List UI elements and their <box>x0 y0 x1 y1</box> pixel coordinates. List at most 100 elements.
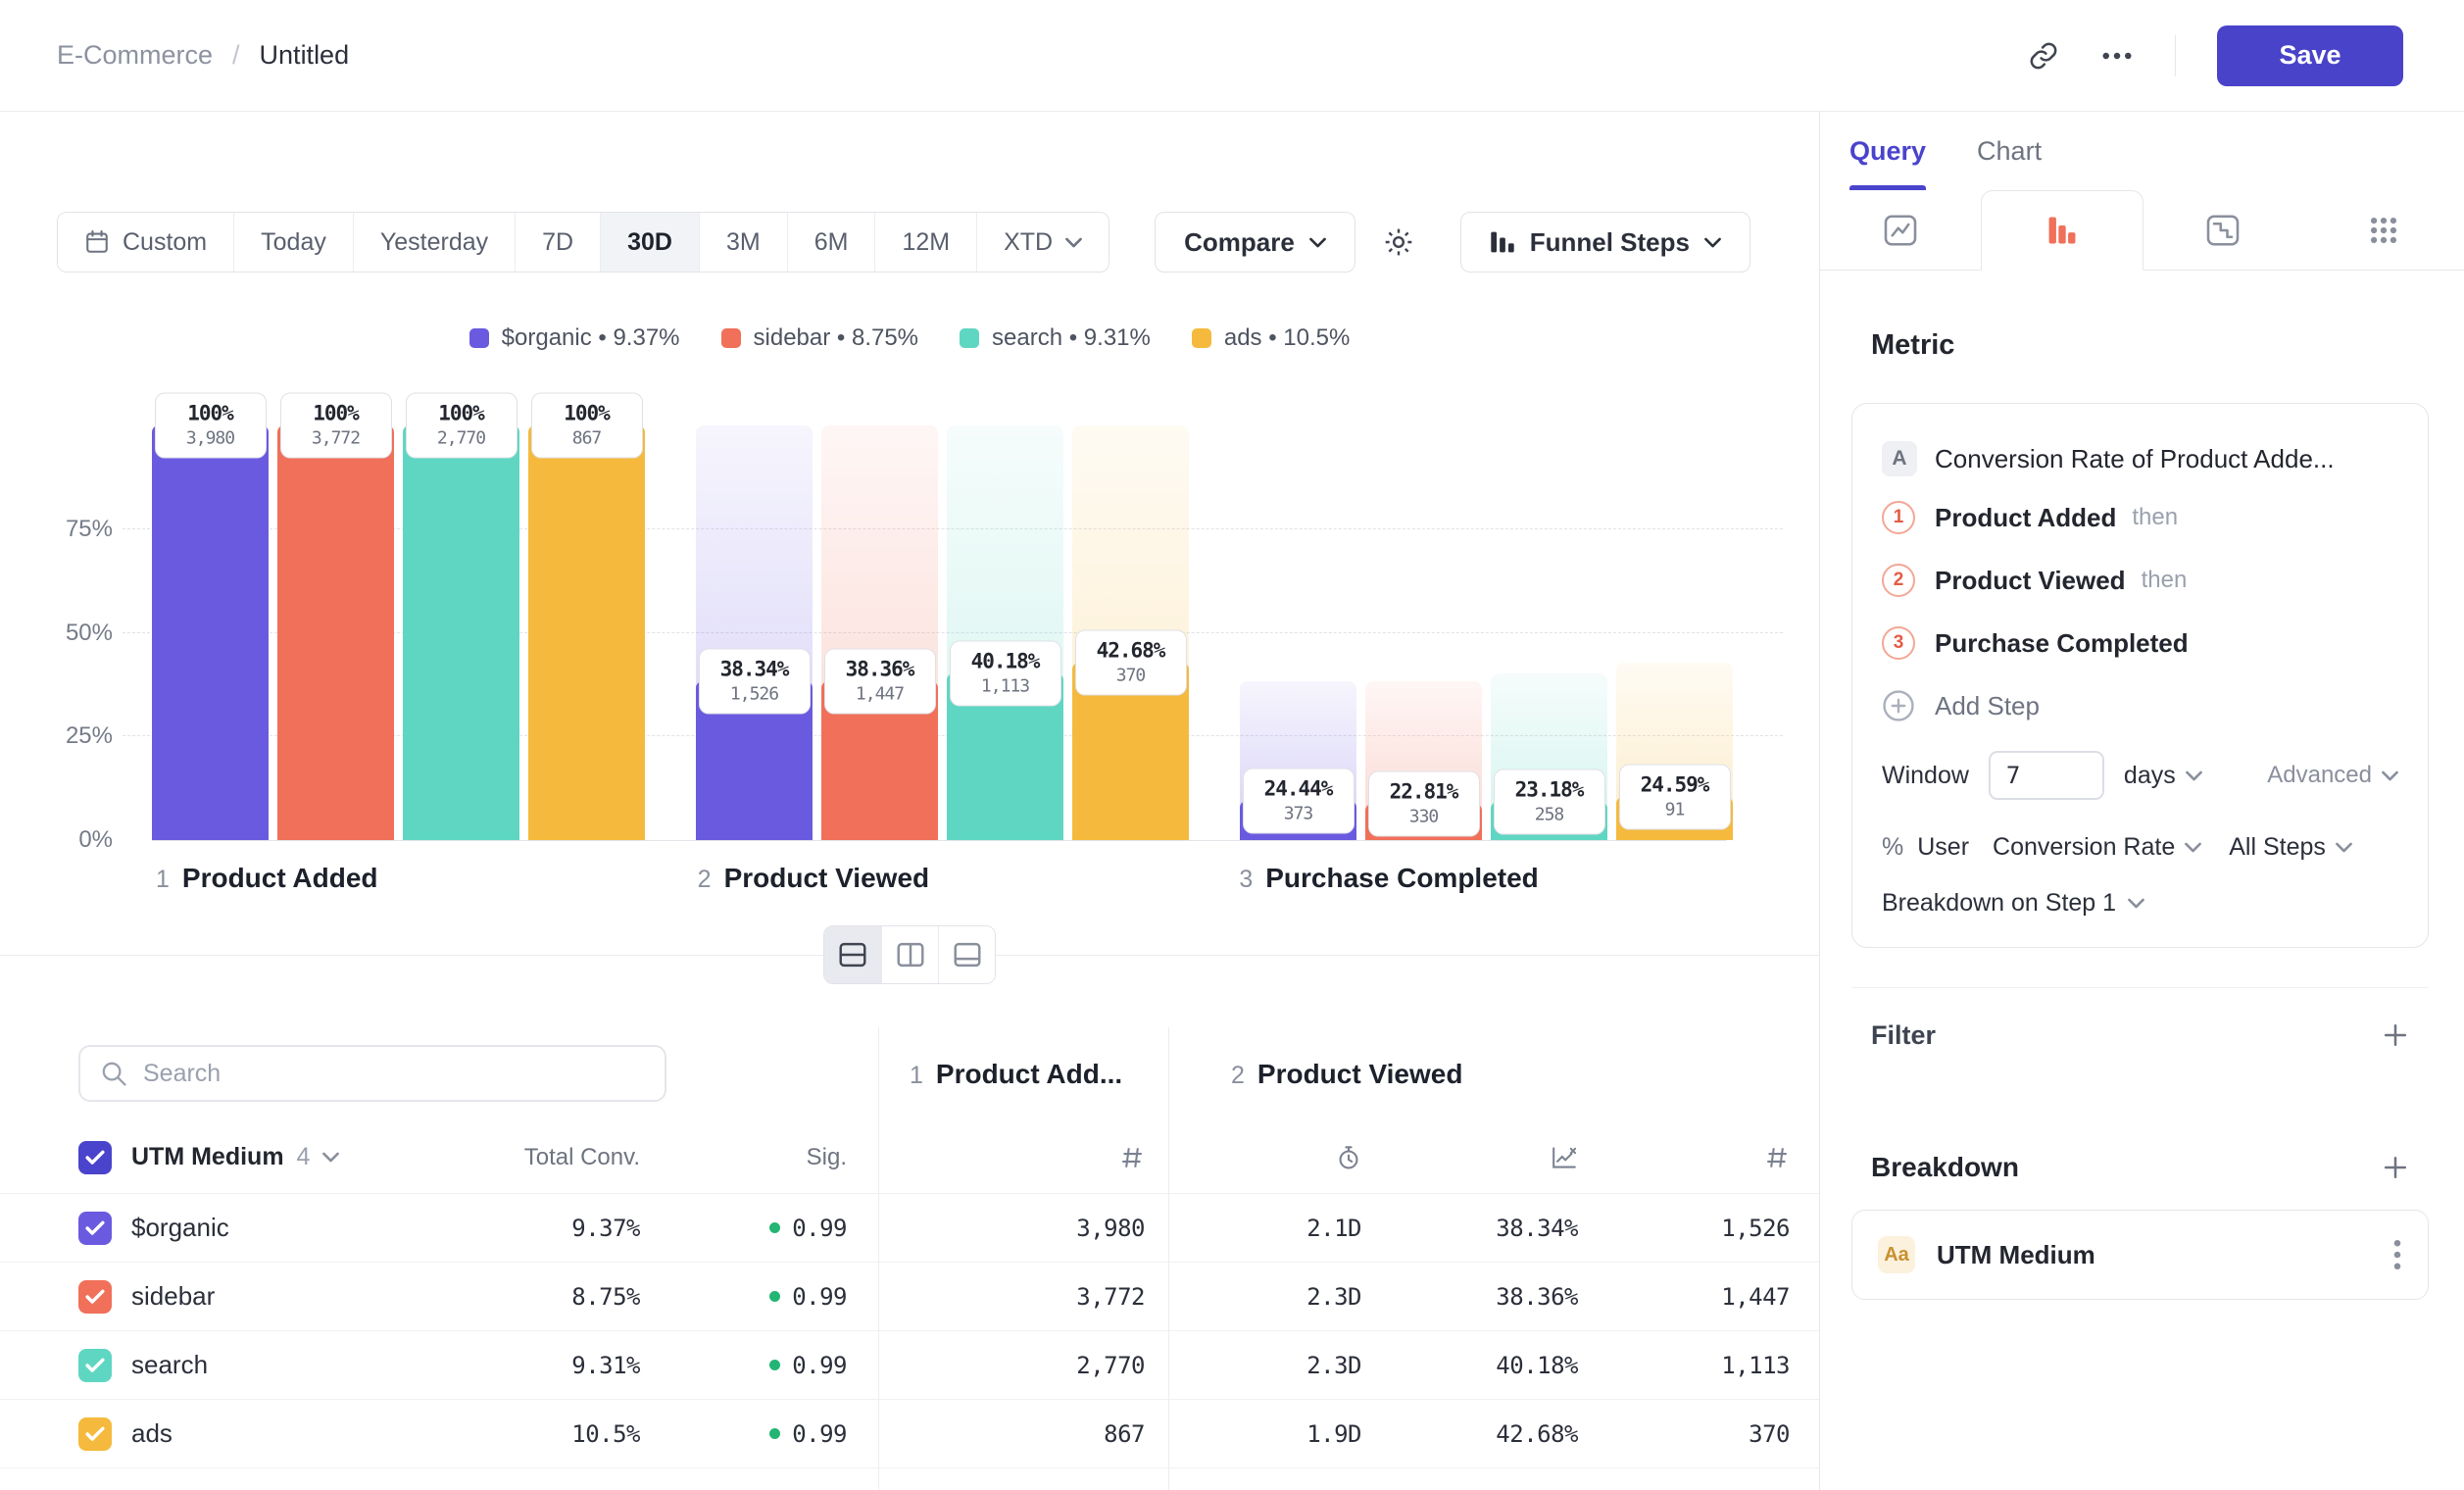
metric-title-row[interactable]: A Conversion Rate of Product Adde... <box>1882 431 2398 486</box>
legend-item-ads[interactable]: ads • 10.5% <box>1192 324 1350 352</box>
y-axis-tick: 50% <box>66 620 113 647</box>
range-custom[interactable]: Custom <box>58 213 233 272</box>
funnel-bar-sidebar[interactable]: 100%3,772 <box>277 425 394 840</box>
table-row-sidebar[interactable]: sidebar8.75%0.993,7722.3D38.36%1,447 <box>0 1263 1819 1331</box>
bar-percent: 100% <box>407 402 517 425</box>
funnel-bar-organic[interactable]: 24.44%373 <box>1240 425 1356 840</box>
total-conv-value: 10.5% <box>571 1420 640 1448</box>
count-column-header[interactable] <box>1119 1145 1145 1170</box>
funnel-bar-search[interactable]: 40.18%1,113 <box>947 425 1063 840</box>
bar-count: 373 <box>1244 804 1354 824</box>
funnel-bar-ads[interactable]: 100%867 <box>528 425 645 840</box>
funnel-step-labels: 1Product Added2Product Viewed3Purchase C… <box>152 863 1726 894</box>
funnel-bar-ads[interactable]: 42.68%370 <box>1072 425 1189 840</box>
search-input[interactable] <box>143 1060 645 1088</box>
sig-column-header[interactable]: Sig. <box>807 1144 847 1171</box>
range-7d[interactable]: 7D <box>515 213 600 272</box>
window-value-input[interactable] <box>1989 751 2104 800</box>
funnel-bar-search[interactable]: 23.18%258 <box>1491 425 1607 840</box>
funnel-bar-search[interactable]: 100%2,770 <box>403 425 519 840</box>
measure-metric-select[interactable]: Conversion Rate <box>1993 833 2201 862</box>
row-checkbox[interactable] <box>78 1349 112 1382</box>
solid-bar <box>277 425 394 840</box>
panel-tabs: Query Chart <box>1820 112 2464 190</box>
kebab-icon <box>2392 1238 2402 1271</box>
funnel-bar-ads[interactable]: 24.59%91 <box>1616 425 1733 840</box>
funnel-chart: 100%3,980100%3,772100%2,770100%867 38.34%… <box>152 386 1726 841</box>
chart-legend: $organic • 9.37% sidebar • 8.75% search • … <box>0 325 1819 351</box>
select-all-checkbox[interactable] <box>78 1141 112 1174</box>
chart-type-selector-button[interactable]: Funnel Steps <box>1460 212 1750 273</box>
row-checkbox[interactable] <box>78 1417 112 1451</box>
metric-step-1[interactable]: 1Product Addedthen <box>1882 486 2398 549</box>
table-row-organic[interactable]: $organic9.37%0.993,9802.1D38.34%1,526 <box>0 1194 1819 1263</box>
range-30d[interactable]: 30D <box>600 213 699 272</box>
filter-section-header: Filter <box>1851 988 2429 1082</box>
count-column-header[interactable] <box>1764 1145 1790 1170</box>
view-toggle-section <box>0 925 1819 1027</box>
total-conv-value: 9.37% <box>571 1215 640 1242</box>
range-3m[interactable]: 3M <box>699 213 787 272</box>
legend-item-sidebar[interactable]: sidebar • 8.75% <box>721 324 919 352</box>
legend-swatch <box>721 328 741 348</box>
share-link-button[interactable] <box>2028 40 2059 72</box>
compare-button[interactable]: Compare <box>1155 212 1355 273</box>
layout-toggle-table-only[interactable] <box>938 926 995 983</box>
legend-item-organic[interactable]: $organic • 9.37% <box>469 324 680 352</box>
sig-value: 0.99 <box>769 1283 847 1311</box>
tab-query[interactable]: Query <box>1849 112 1926 190</box>
add-breakdown-button[interactable] <box>2382 1154 2409 1181</box>
range-6m[interactable]: 6M <box>787 213 875 272</box>
save-button[interactable]: Save <box>2217 25 2403 86</box>
funnel-bar-organic[interactable]: 38.34%1,526 <box>696 425 813 840</box>
range-yesterday[interactable]: Yesterday <box>353 213 515 272</box>
chart-settings-button[interactable] <box>1382 225 1415 259</box>
step1-count: 2,770 <box>1076 1352 1145 1379</box>
advanced-toggle[interactable]: Advanced <box>2267 762 2398 789</box>
measure-scope-select[interactable]: All Steps <box>2229 833 2352 862</box>
breakdown-on-step-select[interactable]: Breakdown on Step 1 <box>1882 889 2398 918</box>
chart-type-tab-retention-chart[interactable] <box>2144 190 2304 270</box>
split-vertical-icon <box>896 940 925 969</box>
breakdown-title: Breakdown <box>1871 1152 2019 1183</box>
funnel-bar-sidebar[interactable]: 38.36%1,447 <box>821 425 938 840</box>
table-row-ads[interactable]: ads10.5%0.998671.9D42.68%370 <box>0 1400 1819 1468</box>
metric-step-2[interactable]: 2Product Viewedthen <box>1882 549 2398 612</box>
breadcrumb-page-title[interactable]: Untitled <box>260 40 350 71</box>
avg-time-column-header[interactable] <box>1336 1145 1361 1170</box>
conversion-column-header[interactable] <box>1551 1145 1578 1170</box>
conversion-chart-icon <box>1551 1145 1578 1170</box>
window-unit-select[interactable]: days <box>2124 762 2202 790</box>
row-checkbox[interactable] <box>78 1212 112 1245</box>
legend-swatch <box>960 328 979 348</box>
sig-status-dot <box>769 1360 780 1370</box>
legend-item-search[interactable]: search • 9.31% <box>960 324 1151 352</box>
step-name: Purchase Completed <box>1265 863 1539 894</box>
layout-toggle-split-horizontal[interactable] <box>824 926 881 983</box>
funnel-bar-organic[interactable]: 100%3,980 <box>152 425 269 840</box>
add-step-button[interactable]: Add Step <box>1882 674 2398 737</box>
breakdown-property-label: UTM Medium <box>1937 1240 2095 1270</box>
breadcrumb-project[interactable]: E-Commerce <box>57 40 213 71</box>
chart-type-tab-line-chart[interactable] <box>1820 190 1981 270</box>
table-row-search[interactable]: search9.31%0.992,7702.3D40.18%1,113 <box>0 1331 1819 1400</box>
chart-type-tab-more-charts[interactable] <box>2303 190 2464 270</box>
total-conv-column-header[interactable]: Total Conv. <box>524 1144 640 1171</box>
metric-step-3[interactable]: 3Purchase Completed <box>1882 612 2398 674</box>
bar-count: 1,447 <box>825 683 935 704</box>
range-today[interactable]: Today <box>233 213 353 272</box>
more-actions-button[interactable] <box>2100 51 2134 61</box>
breakdown-options-button[interactable] <box>2392 1238 2402 1271</box>
chart-type-tab-funnel-chart[interactable] <box>1981 190 2144 271</box>
breakdown-column-header[interactable]: UTM Medium 4 <box>131 1143 425 1171</box>
add-filter-button[interactable] <box>2382 1021 2409 1049</box>
tab-chart[interactable]: Chart <box>1977 112 2042 190</box>
bar-value-label: 23.18%258 <box>1494 769 1605 834</box>
breakdown-property-card[interactable]: Aa UTM Medium <box>1851 1210 2429 1300</box>
layout-toggle-split-vertical[interactable] <box>881 926 938 983</box>
range-xtd[interactable]: XTD <box>976 213 1109 272</box>
row-checkbox[interactable] <box>78 1280 112 1314</box>
funnel-bar-sidebar[interactable]: 22.81%330 <box>1365 425 1482 840</box>
total-conv-value: 8.75% <box>571 1283 640 1311</box>
range-12m[interactable]: 12M <box>874 213 976 272</box>
